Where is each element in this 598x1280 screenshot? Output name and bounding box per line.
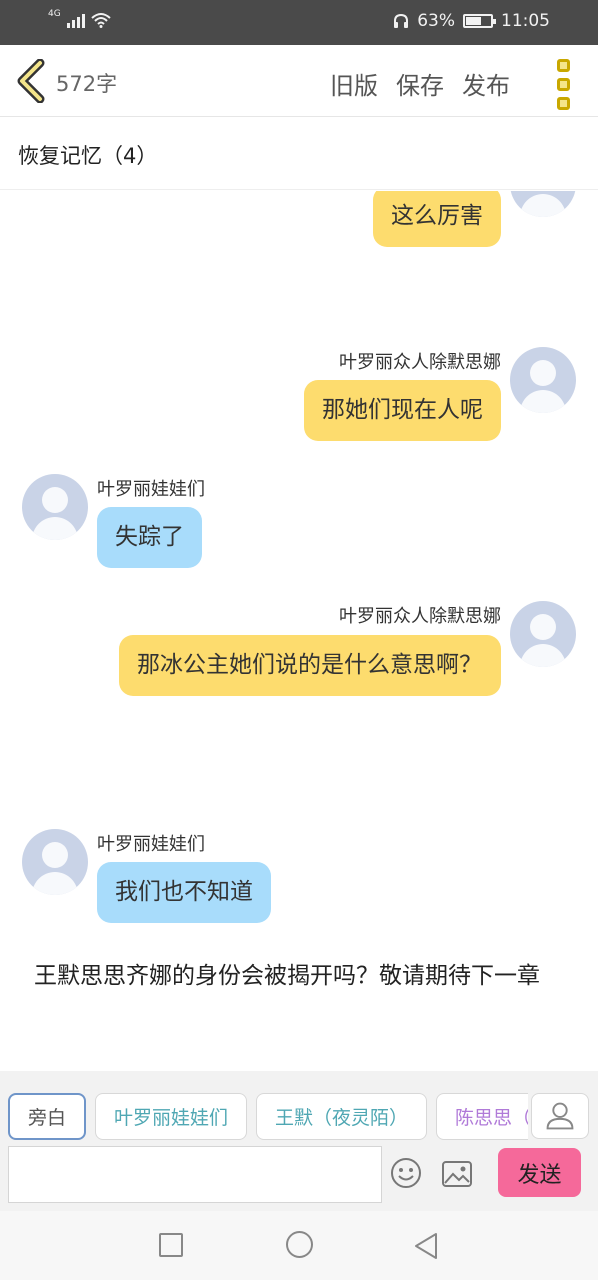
old-version-button[interactable]: 旧版 xyxy=(330,66,378,101)
role-chip[interactable]: 王默（夜灵陌） xyxy=(256,1093,428,1140)
chevron-left-icon[interactable] xyxy=(14,59,48,103)
send-button[interactable]: 发送 xyxy=(498,1148,581,1197)
clock: 11:05 xyxy=(501,11,550,31)
battery-level xyxy=(466,17,481,25)
image-icon[interactable] xyxy=(441,1159,473,1189)
save-button[interactable]: 保存 xyxy=(396,66,444,101)
more-vertical-icon[interactable] xyxy=(557,59,570,110)
status-left: 4G xyxy=(48,9,111,28)
chat-bubble[interactable]: 那冰公主她们说的是什么意思啊？ xyxy=(119,635,501,696)
role-selector[interactable]: 旁白 叶罗丽娃娃们 王默（夜灵陌） 陈思思（ xyxy=(8,1093,528,1141)
role-chip[interactable]: 陈思思（ xyxy=(436,1093,528,1140)
role-chip-narration[interactable]: 旁白 xyxy=(8,1093,87,1140)
publish-button[interactable]: 发布 xyxy=(462,66,510,101)
chapter-header: 恢复记忆（4） xyxy=(0,118,598,190)
avatar[interactable] xyxy=(510,191,576,217)
battery-percent: 63% xyxy=(417,11,455,31)
chat-bubble[interactable]: 那她们现在人呢 xyxy=(304,380,501,441)
chat-bubble[interactable]: 这么厉害 xyxy=(373,191,501,247)
chat-bubble[interactable]: 我们也不知道 xyxy=(97,862,271,923)
chat-area[interactable]: 这么厉害 叶罗丽众人除默思娜 那她们现在人呢 叶罗丽娃娃们 失踪了 叶罗丽众人除… xyxy=(0,191,598,1071)
header-actions: 旧版 保存 发布 xyxy=(330,66,510,101)
signal-icon xyxy=(66,12,85,28)
back-icon[interactable] xyxy=(412,1231,440,1261)
avatar[interactable] xyxy=(510,601,576,667)
wifi-icon xyxy=(91,13,111,28)
battery-icon xyxy=(463,14,496,28)
person-icon[interactable] xyxy=(531,1093,589,1139)
network-label: 4G xyxy=(48,9,61,19)
chat-bubble[interactable]: 失踪了 xyxy=(97,507,202,568)
status-right: 63% 11:05 xyxy=(393,11,550,31)
speaker-name: 叶罗丽众人除默思娜 xyxy=(339,606,501,627)
word-count: 572字 xyxy=(56,72,118,96)
speaker-name: 叶罗丽娃娃们 xyxy=(97,479,205,500)
status-bar: 4G 63% 11:05 xyxy=(0,0,598,45)
speaker-name: 叶罗丽娃娃们 xyxy=(97,834,205,855)
speaker-name: 叶罗丽众人除默思娜 xyxy=(339,352,501,373)
avatar[interactable] xyxy=(22,474,88,540)
avatar[interactable] xyxy=(510,347,576,413)
editor-header: 572字 旧版 保存 发布 xyxy=(0,45,598,117)
chapter-title[interactable]: 恢复记忆（4） xyxy=(18,140,157,170)
narration-text[interactable]: 王默思思齐娜的身份会被揭开吗？敬请期待下一章 xyxy=(34,959,574,993)
emoji-icon[interactable] xyxy=(390,1157,422,1189)
message-input[interactable] xyxy=(8,1146,382,1203)
headphone-icon xyxy=(394,13,409,28)
system-nav-bar xyxy=(0,1211,598,1280)
role-chip[interactable]: 叶罗丽娃娃们 xyxy=(95,1093,248,1140)
recent-apps-icon[interactable] xyxy=(159,1233,183,1257)
home-icon[interactable] xyxy=(286,1231,313,1258)
composer: 旁白 叶罗丽娃娃们 王默（夜灵陌） 陈思思（ 发送 xyxy=(0,1071,598,1211)
avatar[interactable] xyxy=(22,829,88,895)
